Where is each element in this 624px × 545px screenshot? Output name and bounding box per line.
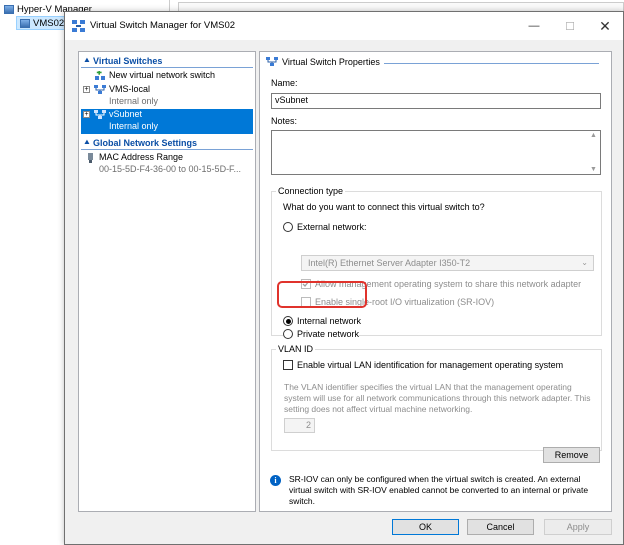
enable-vlan-checkbox[interactable]: Enable virtual LAN identification for ma… <box>283 360 563 370</box>
tree-item-subtitle: 00-15-5D-F4-36-00 to 00-15-5D-F... <box>99 164 242 174</box>
notes-label: Notes: <box>271 116 298 126</box>
virtual-switch-manager-dialog: Virtual Switch Manager for VMS02 — ☐ ✕ ⯅… <box>64 11 624 545</box>
switch-manager-icon <box>72 20 85 32</box>
expand-icon[interactable]: + <box>83 111 90 118</box>
vlan-id-group: VLAN ID Enable virtual LAN identificatio… <box>271 344 602 451</box>
expand-icon[interactable]: + <box>83 86 90 93</box>
section-label: Virtual Switches <box>93 55 163 66</box>
external-network-radio[interactable]: External network: <box>283 222 367 232</box>
switch-icon <box>94 110 106 119</box>
mac-range-icon <box>88 153 93 163</box>
internal-network-radio[interactable]: Internal network <box>283 316 361 326</box>
connection-type-group: Connection type What do you want to conn… <box>271 186 602 339</box>
scroll-down-icon[interactable]: ▼ <box>590 166 597 173</box>
apply-button[interactable]: Apply <box>544 519 612 535</box>
checkbox[interactable] <box>283 360 293 370</box>
sriov-info-text: SR-IOV can only be configured when the v… <box>289 474 589 506</box>
name-label: Name: <box>271 78 298 88</box>
connection-type-title: Connection type <box>276 186 346 196</box>
section-global-network-settings[interactable]: ⯅ Global Network Settings <box>81 136 253 149</box>
switch-tree-panel: ⯅ Virtual Switches New virtual network s… <box>78 51 256 512</box>
notes-field[interactable]: ▲ ▼ <box>271 130 601 175</box>
tree-item-vsubnet[interactable]: + vSubnet Internal only <box>81 109 253 134</box>
private-network-radio[interactable]: Private network <box>283 329 360 339</box>
scroll-up-icon[interactable]: ▲ <box>590 132 597 139</box>
section-divider <box>81 67 253 68</box>
dialog-titlebar[interactable]: Virtual Switch Manager for VMS02 — ☐ ✕ <box>65 12 623 40</box>
section-virtual-switches[interactable]: ⯅ Virtual Switches <box>81 54 253 67</box>
chevron-up-icon[interactable]: ⯅ <box>81 56 93 66</box>
tree-item-label: New virtual network switch <box>109 70 216 80</box>
tree-item-label: VMS-local <box>109 84 151 94</box>
chevron-down-icon: ⌄ <box>581 258 588 267</box>
section-divider <box>81 149 253 150</box>
tree-item-vms-local[interactable]: + VMS-local Internal only <box>81 84 253 108</box>
radio-button-selected[interactable] <box>283 316 293 326</box>
tree-item-label: vSubnet <box>109 109 143 119</box>
info-icon: i <box>270 475 281 486</box>
maximize-button[interactable]: ☐ <box>552 16 588 36</box>
server-icon <box>20 18 30 28</box>
name-field[interactable]: vSubnet <box>271 93 601 109</box>
new-switch-icon <box>95 71 105 80</box>
close-button[interactable]: ✕ <box>587 16 623 36</box>
cancel-button[interactable]: Cancel <box>467 519 534 535</box>
adapter-value: Intel(R) Ethernet Server Adapter I350-T2 <box>308 258 471 268</box>
server-label: VMS02 <box>33 17 65 29</box>
properties-header-label: Virtual Switch Properties <box>282 57 380 67</box>
tree-item-label: MAC Address Range <box>99 152 184 162</box>
vlan-title: VLAN ID <box>276 344 316 354</box>
switch-icon <box>94 85 106 94</box>
switch-icon <box>266 57 278 66</box>
internal-network-label: Internal network <box>297 316 362 326</box>
tree-item-mac-address-range[interactable]: MAC Address Range 00-15-5D-F4-36-00 to 0… <box>81 152 253 176</box>
minimize-button[interactable]: — <box>516 16 552 36</box>
radio-button[interactable] <box>283 222 293 232</box>
hyperv-manager-icon <box>4 4 14 14</box>
dialog-title: Virtual Switch Manager for VMS02 <box>90 20 236 31</box>
radio-button[interactable] <box>283 329 293 339</box>
properties-header: Virtual Switch Properties <box>266 57 380 67</box>
vlan-description: The VLAN identifier specifies the virtua… <box>284 382 591 414</box>
header-divider <box>384 63 599 64</box>
chevron-up-icon[interactable]: ⯅ <box>81 138 93 148</box>
notes-scrollbar[interactable]: ▲ ▼ <box>588 132 599 173</box>
enable-vlan-label: Enable virtual LAN identification for ma… <box>297 360 564 370</box>
external-network-label: External network: <box>297 222 367 232</box>
internal-network-highlight <box>277 281 367 308</box>
tree-item-new-switch[interactable]: New virtual network switch <box>81 70 253 83</box>
network-adapter-select[interactable]: Intel(R) Ethernet Server Adapter I350-T2… <box>301 255 594 271</box>
tree-item-subtitle: Internal only <box>109 121 159 131</box>
private-network-label: Private network <box>297 329 360 339</box>
server-node-vms02[interactable]: VMS02 <box>16 16 69 30</box>
ok-button[interactable]: OK <box>392 519 459 535</box>
vlan-id-input[interactable]: 2 <box>284 418 315 433</box>
connection-question: What do you want to connect this virtual… <box>283 202 485 212</box>
tree-item-subtitle: Internal only <box>109 96 159 106</box>
section-label: Global Network Settings <box>93 137 198 148</box>
remove-button[interactable]: Remove <box>543 447 600 463</box>
